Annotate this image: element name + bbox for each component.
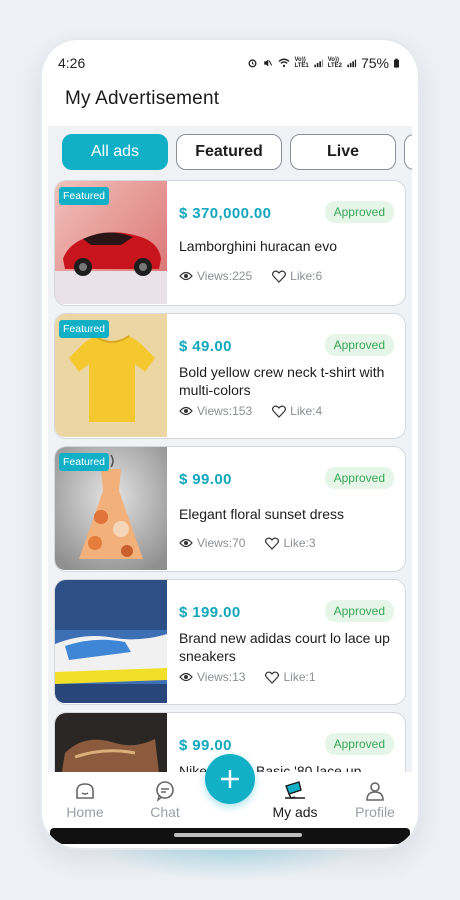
heart-icon xyxy=(272,270,287,283)
eye-icon xyxy=(179,271,193,281)
status-time: 4:26 xyxy=(58,55,86,71)
signal-2-icon xyxy=(347,59,357,68)
ad-card[interactable]: Featured $ 370,000.00 Approved Lamborghi… xyxy=(54,180,406,306)
sneakers-image xyxy=(55,580,167,703)
likes-count: Like:3 xyxy=(283,536,316,550)
page-title: My Advertisement xyxy=(65,88,220,109)
add-ad-button[interactable] xyxy=(205,754,255,804)
ad-price: $ 199.00 xyxy=(179,604,241,621)
status-badge: Approved xyxy=(324,334,394,356)
nav-my-ads[interactable]: My ads xyxy=(260,780,330,820)
network-1-label: Vo)) LTE1 xyxy=(294,57,309,69)
ad-image-nike[interactable] xyxy=(55,713,167,772)
ad-price: $ 370,000.00 xyxy=(179,205,272,222)
phone-frame: 4:26 Vo)) LTE1 Vo)) LTE2 75% My Advertis… xyxy=(42,40,418,848)
nav-chat[interactable]: Chat xyxy=(130,780,200,820)
ad-title: Elegant floral sunset dress xyxy=(179,506,344,522)
ad-card[interactable]: $ 199.00 Approved Brand new adidas court… xyxy=(54,579,406,705)
eye-icon xyxy=(179,538,193,548)
views-count: Views:13 xyxy=(197,670,246,684)
status-badge: Approved xyxy=(324,201,394,223)
nav-my-ads-label: My ads xyxy=(272,804,318,820)
ad-card[interactable]: Featured $ 49.00 Approved Bold yellow cr… xyxy=(54,313,406,439)
nike-shoe-image xyxy=(55,713,167,772)
system-gesture-bar xyxy=(50,828,410,844)
featured-badge: Featured xyxy=(59,187,110,205)
mute-icon xyxy=(263,59,272,67)
home-icon xyxy=(76,783,94,799)
plus-icon xyxy=(221,770,239,788)
featured-badge: Featured xyxy=(59,320,110,338)
ad-stats: Views:13 Like:1 xyxy=(179,670,316,684)
likes: Like:3 xyxy=(265,536,316,550)
profile-icon xyxy=(366,782,384,801)
likes: Like:6 xyxy=(272,269,322,283)
ad-image-car[interactable]: Featured xyxy=(55,181,167,304)
ad-price: $ 99.00 xyxy=(179,471,232,488)
ad-price: $ 49.00 xyxy=(179,338,232,355)
status-badge: Approved xyxy=(324,733,394,755)
status-badge: Approved xyxy=(324,467,394,489)
nav-home-label: Home xyxy=(66,804,104,820)
featured-badge: Featured xyxy=(59,453,110,471)
wifi-icon xyxy=(278,58,289,68)
views-count: Views:70 xyxy=(197,536,246,550)
nav-profile-label: Profile xyxy=(355,804,395,820)
ad-stats: Views:225 Like:6 xyxy=(179,269,322,283)
likes-count: Like:6 xyxy=(290,269,323,283)
ads-list-area[interactable]: All ads Featured Live Featured $ 370,000… xyxy=(48,126,412,772)
likes: Like:1 xyxy=(265,670,316,684)
heart-icon xyxy=(265,537,280,550)
likes-count: Like:4 xyxy=(290,404,323,418)
tab-live[interactable]: Live xyxy=(290,134,396,170)
tab-all-ads[interactable]: All ads xyxy=(62,134,168,170)
ad-stats: Views:153 Like:4 xyxy=(179,404,322,418)
nav-chat-label: Chat xyxy=(150,804,180,820)
ad-image-dress[interactable]: Featured xyxy=(55,447,167,570)
home-indicator[interactable] xyxy=(174,833,302,837)
status-bar: 4:26 Vo)) LTE1 Vo)) LTE2 75% xyxy=(42,40,418,86)
views-count: Views:225 xyxy=(197,269,253,283)
ads-icon xyxy=(285,781,305,799)
heart-icon xyxy=(265,671,280,684)
nav-home[interactable]: Home xyxy=(50,780,120,820)
tab-featured[interactable]: Featured xyxy=(176,134,282,170)
alarm-icon xyxy=(248,59,256,68)
ad-image-tshirt[interactable]: Featured xyxy=(55,314,167,437)
chat-icon xyxy=(156,781,174,802)
ad-price: $ 99.00 xyxy=(179,737,232,754)
status-icons: Vo)) LTE1 Vo)) LTE2 75% xyxy=(247,55,401,71)
filter-tabs: All ads Featured Live xyxy=(62,134,412,170)
nav-profile[interactable]: Profile xyxy=(340,780,410,820)
eye-icon xyxy=(179,406,193,416)
ad-title: Brand new adidas court lo lace up sneake… xyxy=(179,630,390,664)
views-count: Views:153 xyxy=(197,404,253,418)
battery-percent: 75% xyxy=(360,55,389,71)
ad-stats: Views:70 Like:3 xyxy=(179,536,316,550)
battery-icon xyxy=(394,58,399,68)
ad-title: Bold yellow crew neck t-shirt with multi… xyxy=(179,364,385,398)
ad-image-sneakers[interactable] xyxy=(55,580,167,703)
likes: Like:4 xyxy=(272,404,322,418)
eye-icon xyxy=(179,672,193,682)
tab-next-partial[interactable] xyxy=(404,134,412,170)
network-2-label: Vo)) LTE2 xyxy=(327,57,342,69)
likes-count: Like:1 xyxy=(283,670,316,684)
signal-1-icon xyxy=(314,59,323,68)
ad-card[interactable]: Featured $ 99.00 Approved Elegant floral… xyxy=(54,446,406,572)
status-badge: Approved xyxy=(324,600,394,622)
ad-title: Lamborghini huracan evo xyxy=(179,238,337,254)
heart-icon xyxy=(272,405,287,418)
